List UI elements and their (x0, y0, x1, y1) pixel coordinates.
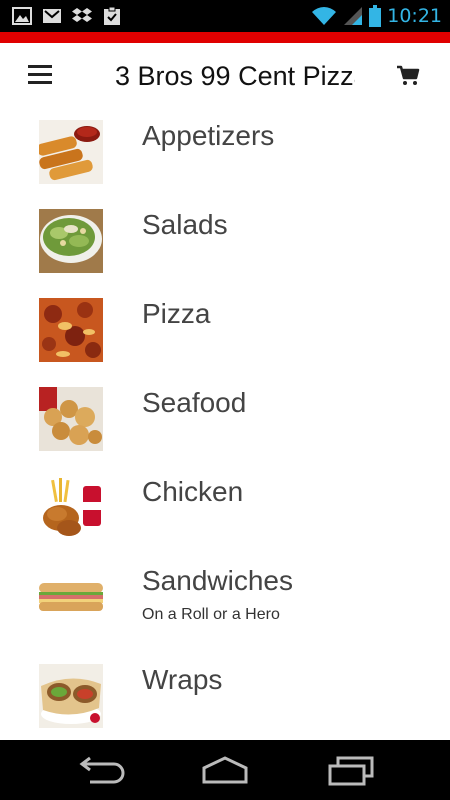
category-item-wraps[interactable]: Wraps (0, 641, 450, 730)
sandwiches-thumbnail (39, 565, 103, 629)
wifi-icon (312, 7, 337, 25)
app-bar: 3 Bros 99 Cent Pizza (0, 43, 450, 108)
wraps-thumbnail (39, 664, 103, 728)
category-list: Appetizers Salads Pizza Seafood Chicken … (0, 107, 450, 740)
seafood-thumbnail (39, 387, 103, 451)
category-item-chicken[interactable]: Chicken (0, 463, 450, 552)
pizza-thumbnail (39, 298, 103, 362)
category-item-salads[interactable]: Salads (0, 196, 450, 285)
category-label: Wraps (142, 664, 223, 695)
dropbox-icon (72, 8, 92, 22)
category-item-sandwiches[interactable]: Sandwiches On a Roll or a Hero (0, 552, 450, 641)
status-bar: 10:21 (0, 0, 450, 32)
category-subtitle: On a Roll or a Hero (142, 606, 280, 623)
category-label: Appetizers (142, 120, 275, 151)
clipboard-icon (104, 6, 120, 25)
recent-apps-icon[interactable] (326, 754, 376, 786)
system-status: 10:21 (311, 4, 442, 28)
chicken-thumbnail (39, 476, 103, 540)
gallery-icon (12, 7, 32, 25)
back-icon[interactable] (76, 754, 126, 786)
category-label: Seafood (142, 387, 247, 418)
signal-icon (344, 7, 363, 25)
gmail-icon (43, 9, 61, 23)
hamburger-icon (28, 81, 52, 84)
system-nav-bar (0, 740, 450, 800)
app-title: 3 Bros 99 Cent Pizza (115, 61, 355, 91)
category-label: Sandwiches (142, 565, 293, 596)
category-item-seafood[interactable]: Seafood (0, 374, 450, 463)
appetizers-thumbnail (39, 120, 103, 184)
category-label: Chicken (142, 476, 244, 507)
category-label: Pizza (142, 298, 211, 329)
clock: 10:21 (387, 5, 442, 27)
category-item-pizza[interactable]: Pizza (0, 285, 450, 374)
category-item-appetizers[interactable]: Appetizers (0, 107, 450, 196)
cart-icon[interactable] (396, 65, 420, 87)
hamburger-icon (28, 65, 52, 68)
home-icon[interactable] (200, 754, 250, 786)
hamburger-icon (28, 73, 52, 76)
salads-thumbnail (39, 209, 103, 273)
notification-icons (12, 6, 122, 26)
menu-button[interactable] (28, 65, 52, 85)
accent-strip (0, 32, 450, 43)
category-label: Salads (142, 209, 228, 240)
battery-icon (369, 5, 382, 27)
